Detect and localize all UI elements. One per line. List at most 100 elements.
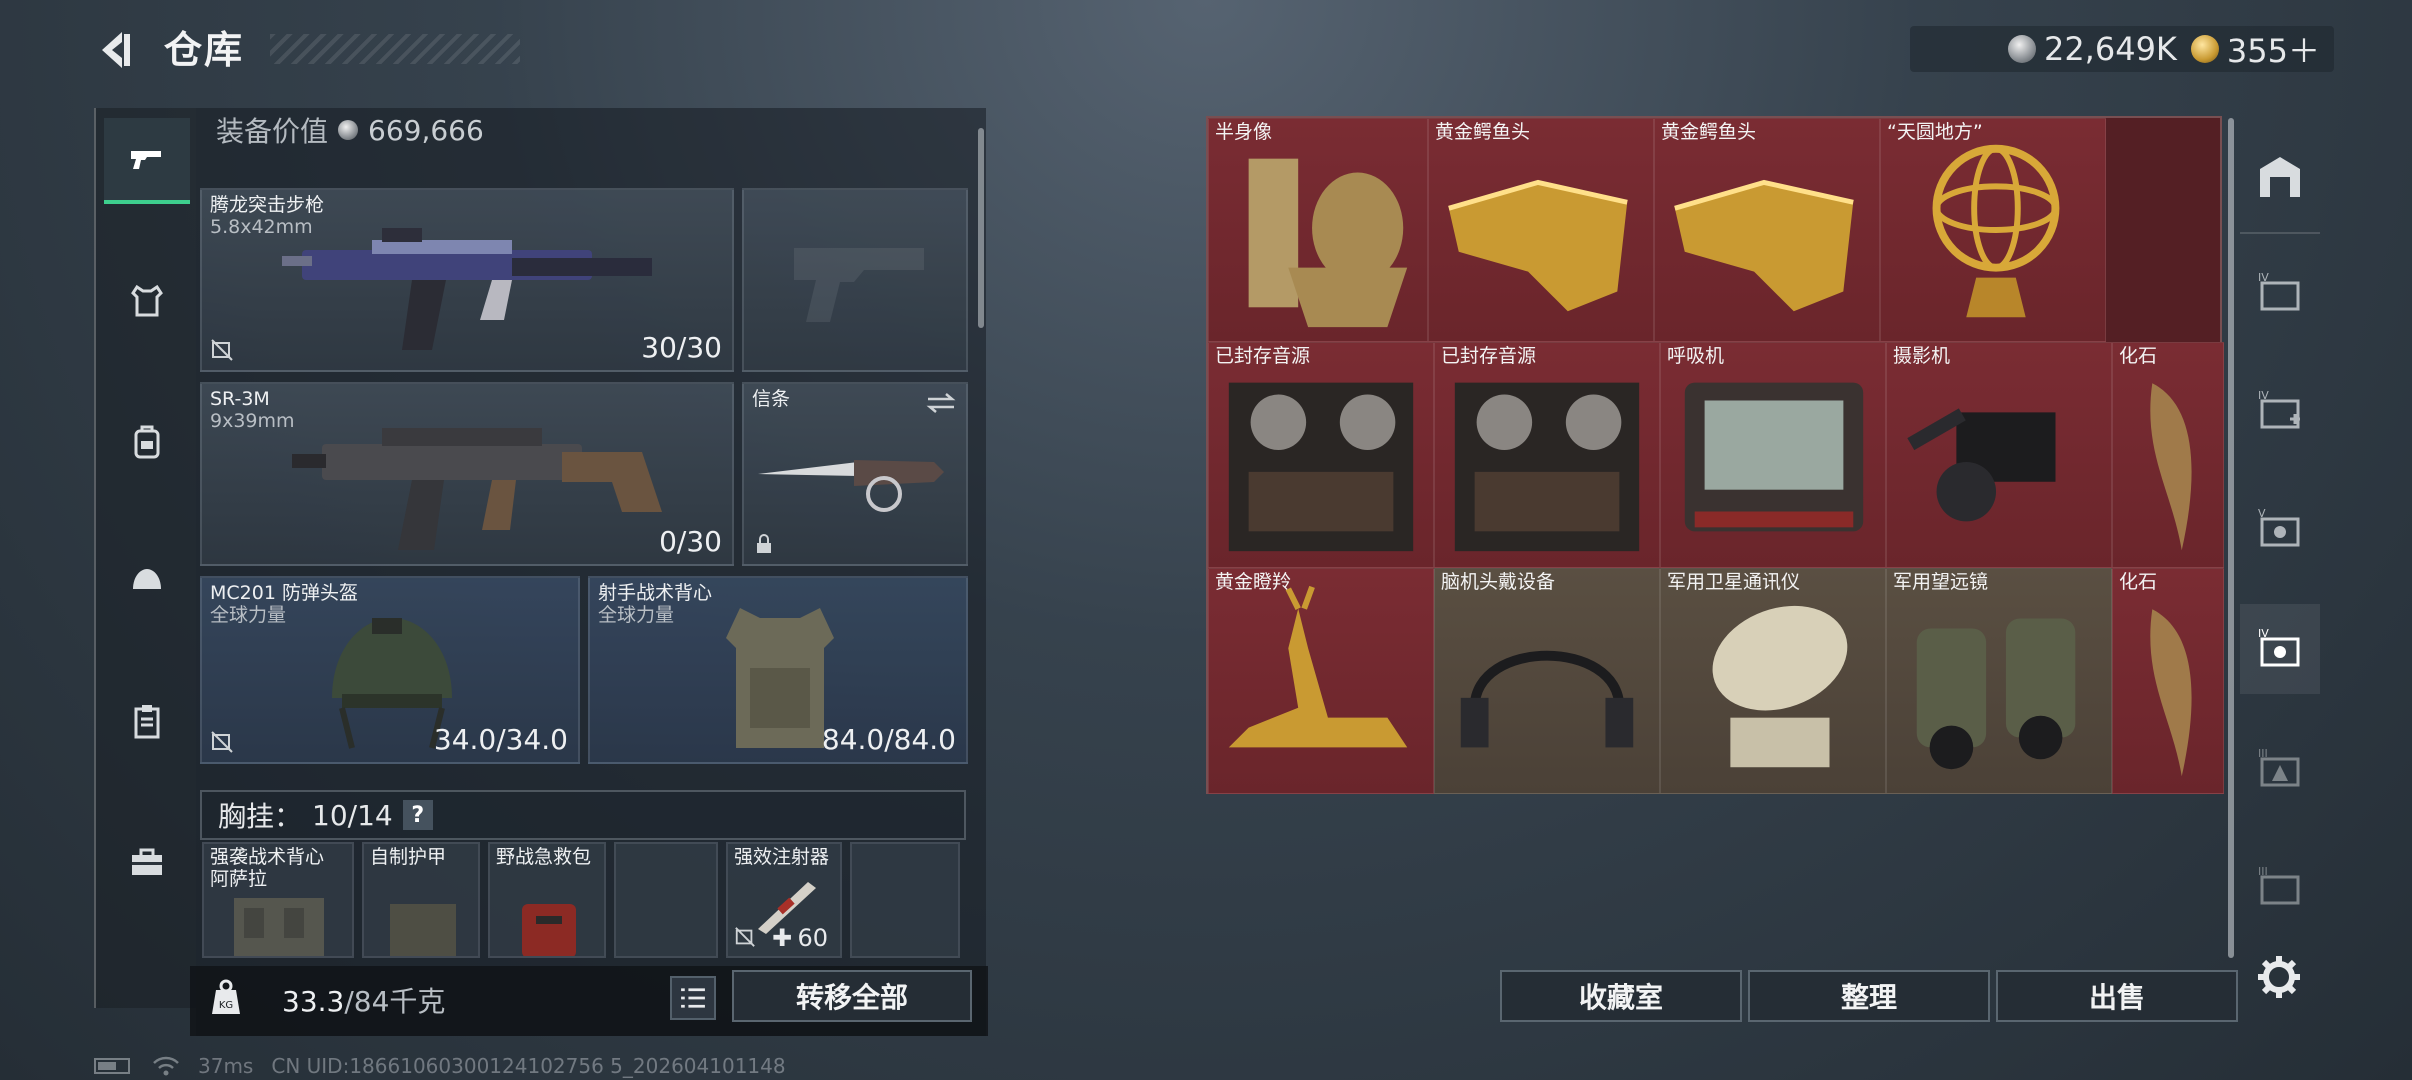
sell-button[interactable]: 出售 — [1996, 970, 2238, 1022]
storage-tab-5[interactable]: IV — [2240, 604, 2320, 694]
rig-item-name: 野战急救包 — [496, 846, 592, 868]
armor-name: 射手战术背心 — [598, 582, 713, 604]
storage-item[interactable]: 已封存音源 — [1434, 342, 1660, 568]
storage-item[interactable]: 脑机头戴设备 — [1434, 568, 1660, 794]
pistol-silhouette-icon — [794, 248, 924, 322]
storage-tab-6[interactable]: III — [2240, 724, 2320, 814]
nav-rig[interactable] — [104, 538, 190, 624]
storage-item[interactable]: 摄影机 — [1886, 342, 2112, 568]
armor-faction: 全球力量 — [598, 604, 675, 626]
weight-readout: 33.3/84千克 — [282, 980, 445, 1020]
item-name: 黄金鳄鱼头 — [1435, 121, 1531, 143]
status-bar: 37ms CN UID:18661060300124102756 5_20260… — [94, 1054, 786, 1078]
storage-tab-3[interactable]: IV — [2240, 366, 2320, 456]
not-insured-icon — [735, 927, 755, 947]
silver-coin-icon — [2007, 35, 2036, 63]
storage-item[interactable]: 军用卫星通讯仪 — [1660, 568, 1886, 794]
title-decoration — [270, 34, 520, 64]
storage-tab-4[interactable]: V — [2240, 484, 2320, 574]
rig-item[interactable]: 自制护甲 — [362, 842, 480, 958]
item-name: 已封存音源 — [1441, 345, 1537, 367]
item-name: 化石 — [2119, 571, 2158, 593]
nav-containers[interactable] — [104, 678, 190, 764]
svg-text:KG: KG — [219, 1000, 233, 1011]
nav-toolbox[interactable] — [104, 818, 190, 904]
helmet-faction: 全球力量 — [210, 604, 287, 626]
rig-item[interactable]: 强效注射器 ✚ 60 — [726, 842, 842, 958]
brain-headset-image — [1460, 650, 1634, 748]
bust-image — [1248, 158, 1408, 328]
storage-tab-main[interactable] — [2240, 132, 2320, 222]
storage-item[interactable]: “天圆地方” — [1880, 118, 2106, 342]
chest-rig-capacity: 10/14 — [312, 798, 393, 832]
item-name: 化石 — [2119, 345, 2158, 367]
nav-armor[interactable] — [104, 258, 190, 344]
wifi-icon — [153, 1056, 179, 1076]
video-camera-image — [1907, 408, 2056, 522]
storage-tab-7[interactable]: III — [2240, 842, 2320, 932]
back-button[interactable] — [92, 26, 140, 74]
nav-weapons[interactable] — [104, 118, 190, 204]
gear-icon — [2258, 956, 2300, 998]
gold-currency[interactable]: 355＋ — [2190, 26, 2320, 72]
storage-item[interactable]: 半身像 — [1208, 118, 1428, 342]
rig-item[interactable]: 野战急救包 — [488, 842, 606, 958]
weight-current: 33.3 — [282, 985, 345, 1018]
divider — [2240, 232, 2320, 234]
storage-item[interactable]: 化石 — [2112, 342, 2224, 568]
item-name: 脑机头戴设备 — [1441, 571, 1556, 593]
swap-icon[interactable] — [926, 392, 956, 414]
pistol-slot-empty[interactable] — [742, 188, 968, 372]
rig-item-empty[interactable] — [850, 842, 960, 958]
item-name: 摄影机 — [1893, 345, 1951, 367]
ammo-count: 0/30 — [659, 525, 722, 558]
player-uid: CN UID:18661060300124102756 5_2026041011… — [271, 1054, 786, 1078]
gold-coin-icon — [2190, 35, 2219, 63]
storage-item[interactable]: 军用望远镜 — [1886, 568, 2112, 794]
left-nav — [94, 108, 196, 1008]
storage-scrollbar[interactable] — [2228, 118, 2234, 958]
homemade-armor-image — [390, 904, 456, 956]
nav-backpack[interactable] — [104, 398, 190, 484]
svg-text:IV: IV — [2258, 627, 2269, 640]
tactical-vest-image — [234, 898, 324, 956]
ammo-count: 30/30 — [641, 331, 722, 364]
storage-item[interactable]: 黄金鳄鱼头 — [1428, 118, 1654, 342]
settings-button[interactable] — [2254, 952, 2304, 1002]
secondary-weapon-slot[interactable]: SR-3M 9x39mm 0/30 — [200, 382, 734, 566]
battery-icon — [94, 1058, 130, 1074]
primary-weapon-slot[interactable]: 腾龙突击步枪 5.8x42mm 30/30 — [200, 188, 734, 372]
knife-image — [758, 460, 944, 512]
svg-text:IV: IV — [2258, 271, 2269, 284]
organize-button[interactable]: 整理 — [1748, 970, 1990, 1022]
rig-item-empty[interactable] — [614, 842, 718, 958]
collection-room-button[interactable]: 收藏室 — [1500, 970, 1742, 1022]
list-icon — [681, 988, 705, 1008]
storage-item[interactable]: 呼吸机 — [1660, 342, 1886, 568]
injector-count: 60 — [797, 924, 828, 952]
smg-rifle-image — [292, 428, 662, 550]
silver-currency[interactable]: 22,649K — [2007, 30, 2177, 68]
page-title: 仓库 — [164, 28, 245, 72]
storage-item[interactable]: 黄金鳄鱼头 — [1654, 118, 1880, 342]
melee-slot[interactable]: 信条 — [742, 382, 968, 566]
list-view-button[interactable] — [670, 976, 716, 1020]
help-button[interactable]: ? — [402, 800, 433, 830]
helmet-slot[interactable]: MC201 防弹头盔 全球力量 34.0/34.0 — [200, 576, 580, 764]
transfer-all-button[interactable]: 转移全部 — [732, 970, 972, 1022]
currency-bar: 22,649K 355＋ — [1910, 26, 2334, 72]
equipment-scrollbar[interactable] — [978, 128, 984, 328]
storage-item[interactable]: 黄金瞪羚 — [1208, 568, 1434, 794]
assault-rifle-image — [282, 228, 652, 350]
rig-item[interactable]: 强袭战术背心 阿萨拉 — [202, 842, 354, 958]
injector-plus-icon: ✚ — [772, 924, 793, 952]
storage-item[interactable]: 已封存音源 — [1208, 342, 1434, 568]
equipment-value-amount: 669,666 — [368, 113, 484, 147]
first-aid-kit-image — [522, 904, 576, 956]
storage-tab-2[interactable]: IV — [2240, 248, 2320, 338]
chest-rig-label: 胸挂： — [218, 800, 303, 833]
storage-grid: 半身像 黄金鳄鱼头 黄金鳄鱼头 “天圆地方” 已封存音源 已封存音源 呼吸机 摄… — [1206, 116, 2224, 794]
armor-slot[interactable]: 射手战术背心 全球力量 84.0/84.0 — [588, 576, 968, 764]
item-name: 已封存音源 — [1215, 345, 1311, 367]
storage-item[interactable]: 化石 — [2112, 568, 2224, 794]
